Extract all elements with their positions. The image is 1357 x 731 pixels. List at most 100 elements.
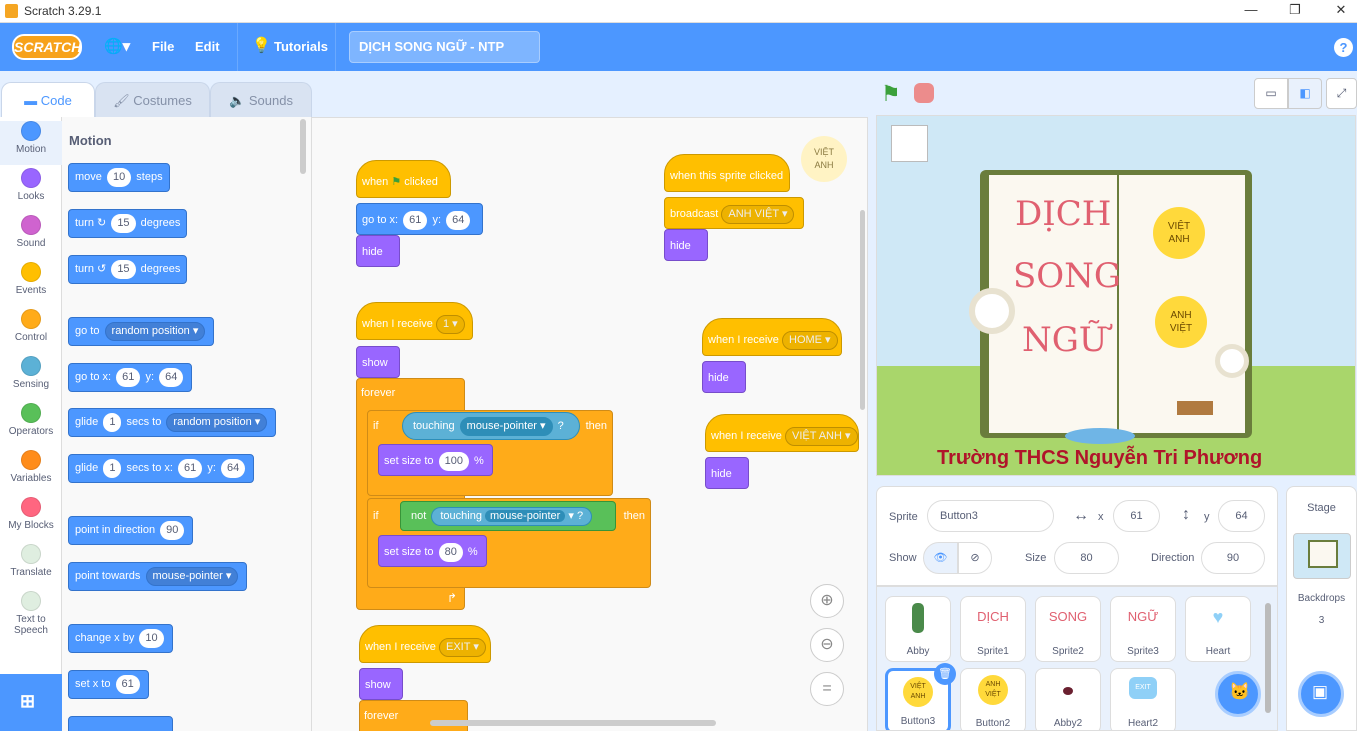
workspace-hscrollbar[interactable] bbox=[430, 720, 716, 726]
block-point-towards[interactable]: point towards mouse-pointer ▾ bbox=[68, 562, 248, 591]
hide-block[interactable]: hide bbox=[705, 457, 749, 489]
degrees-input[interactable]: 15 bbox=[111, 259, 136, 279]
add-extension-button[interactable]: ⊞ bbox=[0, 674, 62, 731]
sprite-thumb-sprite1[interactable]: DỊCH Sprite1 bbox=[960, 596, 1026, 662]
palette-scrollbar[interactable] bbox=[300, 119, 306, 174]
block-turn-right[interactable]: turn ↻ 15 degrees bbox=[68, 209, 188, 238]
category-sound[interactable]: Sound bbox=[0, 215, 62, 259]
x-input[interactable]: 61 bbox=[178, 458, 203, 478]
minimize-button[interactable]: — bbox=[1236, 2, 1266, 17]
small-stage-icon[interactable]: ▭ bbox=[1254, 78, 1288, 109]
block-turn-left[interactable]: turn ↺ 15 degrees bbox=[68, 255, 188, 284]
file-menu[interactable]: File bbox=[152, 39, 174, 54]
help-icon[interactable]: ? bbox=[1334, 38, 1353, 57]
zoom-out-icon[interactable]: ⊖ bbox=[810, 628, 844, 662]
touching-dropdown[interactable]: mouse-pointer ▾ bbox=[459, 416, 553, 436]
zoom-reset-icon[interactable]: = bbox=[810, 672, 844, 706]
set-size-block[interactable]: set size to 100 % bbox=[378, 444, 493, 476]
hide-block[interactable]: hide bbox=[356, 235, 400, 267]
language-menu-icon[interactable]: 🌐▾ bbox=[104, 37, 130, 55]
not-operator-block[interactable]: not touching mouse-pointer ▾ ? bbox=[400, 501, 616, 531]
sprite-list-scrollbar[interactable] bbox=[1265, 603, 1271, 713]
when-sprite-clicked-block[interactable]: when this sprite clicked bbox=[664, 154, 790, 192]
message-dropdown[interactable]: ANH VIỆT ▾ bbox=[721, 204, 795, 224]
sprite-thumb-sprite3[interactable]: NGỮ Sprite3 bbox=[1110, 596, 1176, 662]
message-dropdown[interactable]: HOME ▾ bbox=[782, 330, 838, 350]
size-input[interactable]: 80 bbox=[438, 542, 463, 562]
sprite-name-input[interactable]: Button3 bbox=[927, 500, 1054, 532]
category-translate[interactable]: Translate bbox=[0, 544, 62, 588]
show-hidden-icon[interactable]: ⊘ bbox=[958, 542, 992, 574]
show-block[interactable]: show bbox=[359, 668, 403, 700]
set-size-block[interactable]: set size to 80 % bbox=[378, 535, 487, 567]
fullscreen-icon[interactable]: ⤢ bbox=[1326, 78, 1357, 109]
hide-block[interactable]: hide bbox=[702, 361, 746, 393]
project-title-input[interactable]: DỊCH SONG NGỮ - NTP bbox=[349, 31, 540, 63]
y-input[interactable]: 64 bbox=[159, 367, 184, 387]
tutorials-menu[interactable]: Tutorials bbox=[274, 39, 328, 54]
sprite-thumb-heart[interactable]: ♥ Heart bbox=[1185, 596, 1251, 662]
message-dropdown[interactable]: 1 ▾ bbox=[436, 314, 465, 334]
secs-input[interactable]: 1 bbox=[103, 412, 122, 432]
hide-block[interactable]: hide bbox=[664, 229, 708, 261]
anh-viet-button-sprite[interactable]: ANH VIỆT bbox=[1155, 296, 1207, 348]
target-dropdown[interactable]: random position ▾ bbox=[166, 412, 268, 432]
choose-sprite-button[interactable]: 🐱 bbox=[1215, 671, 1261, 717]
when-flag-clicked-block[interactable]: when ⚑ clicked bbox=[356, 160, 451, 198]
tab-costumes[interactable]: 🖌 Costumes bbox=[95, 82, 210, 118]
touching-block[interactable]: touching mouse-pointer ▾ ? bbox=[402, 412, 580, 440]
when-i-receive-block[interactable]: when I receive HOME ▾ bbox=[702, 318, 842, 356]
y-input[interactable]: 64 bbox=[1218, 500, 1265, 532]
category-operators[interactable]: Operators bbox=[0, 403, 62, 447]
tab-code[interactable]: ▬ Code bbox=[1, 82, 95, 119]
forever-block[interactable]: forever bbox=[359, 700, 468, 731]
direction-input[interactable]: 90 bbox=[1201, 542, 1265, 574]
delete-sprite-icon[interactable]: 🗑 bbox=[934, 663, 956, 685]
category-variables[interactable]: Variables bbox=[0, 450, 62, 494]
steps-input[interactable]: 10 bbox=[106, 167, 132, 187]
when-i-receive-block[interactable]: when I receive EXIT ▾ bbox=[359, 625, 491, 663]
zoom-in-icon[interactable]: ⊕ bbox=[810, 584, 844, 618]
block-point-direction[interactable]: point in direction 90 bbox=[68, 516, 194, 545]
size-input[interactable]: 100 bbox=[438, 451, 469, 471]
block-change-x[interactable]: change x by 10 bbox=[68, 624, 173, 653]
block-move-steps[interactable]: move 10 steps bbox=[68, 163, 170, 192]
sprite-thumb-abby[interactable]: Abby bbox=[885, 596, 951, 662]
x-input[interactable]: 61 bbox=[403, 210, 428, 230]
block-go-to[interactable]: go to random position ▾ bbox=[68, 317, 215, 346]
stage-canvas[interactable]: DỊCH SONG NGỮ VIỆT ANH ANH VIỆT Trường THC… bbox=[876, 115, 1356, 476]
sprite-thumb-button3[interactable]: VIỆT ANH Button3 🗑 bbox=[885, 663, 956, 730]
category-sensing[interactable]: Sensing bbox=[0, 356, 62, 400]
touching-dropdown[interactable]: mouse-pointer bbox=[485, 509, 566, 522]
edit-menu[interactable]: Edit bbox=[195, 39, 220, 54]
stage-selector[interactable]: Stage Backdrops 3 ▣ bbox=[1286, 486, 1357, 731]
category-looks[interactable]: Looks bbox=[0, 168, 62, 212]
secs-input[interactable]: 1 bbox=[103, 458, 122, 478]
large-stage-icon[interactable]: ◧ bbox=[1288, 78, 1322, 109]
scratch-logo[interactable]: SCRATCH bbox=[12, 34, 82, 60]
category-events[interactable]: Events bbox=[0, 262, 62, 306]
size-input[interactable]: 80 bbox=[1054, 542, 1119, 574]
tab-sounds[interactable]: 🔈 Sounds bbox=[210, 82, 312, 118]
message-dropdown[interactable]: VIỆT ANH ▾ bbox=[785, 426, 858, 446]
degrees-input[interactable]: 15 bbox=[111, 213, 136, 233]
block-palette[interactable]: Motion move 10 steps turn ↻ 15 degrees t… bbox=[62, 117, 312, 731]
x-input[interactable]: 10 bbox=[139, 628, 164, 648]
script-workspace[interactable]: when ⚑ clicked go to x: 61 y: 64 hide wh… bbox=[312, 117, 868, 731]
block-glide-to[interactable]: glide 1 secs to random position ▾ bbox=[68, 408, 277, 437]
maximize-button[interactable]: ❐ bbox=[1280, 2, 1310, 18]
category-motion[interactable]: Motion bbox=[0, 121, 62, 165]
block-set-x[interactable]: set x to 61 bbox=[68, 670, 149, 699]
stop-icon[interactable] bbox=[914, 83, 934, 103]
sprite-thumb-abby2[interactable]: Abby2 bbox=[1035, 668, 1101, 730]
choose-backdrop-button[interactable]: ▣ bbox=[1298, 671, 1344, 717]
sprite-thumb-button2[interactable]: ANH VIỆT Button2 bbox=[960, 668, 1026, 730]
x-input[interactable]: 61 bbox=[115, 674, 140, 694]
category-my-blocks[interactable]: My Blocks bbox=[0, 497, 62, 541]
when-i-receive-block[interactable]: when I receive 1 ▾ bbox=[356, 302, 473, 340]
block-partial[interactable] bbox=[68, 716, 173, 731]
message-dropdown[interactable]: EXIT ▾ bbox=[439, 637, 486, 657]
category-text-to-speech[interactable]: Text to Speech bbox=[0, 591, 62, 636]
y-input[interactable]: 64 bbox=[220, 458, 246, 478]
x-input[interactable]: 61 bbox=[1113, 500, 1160, 532]
